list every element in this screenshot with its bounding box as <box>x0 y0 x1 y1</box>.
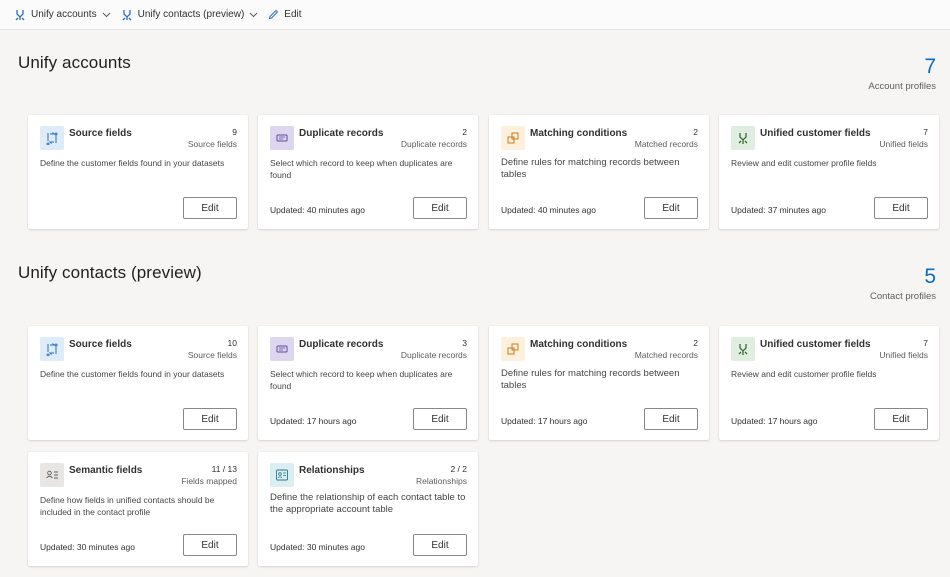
edit-button[interactable]: Edit <box>183 197 237 219</box>
unified-fields-icon <box>731 126 755 150</box>
card-unit: Source fields <box>187 350 237 360</box>
card-title: Source fields <box>69 128 132 139</box>
card-unit: Matched records <box>634 139 698 149</box>
card-count: 2 <box>693 127 698 137</box>
contact-profiles-count: 5 <box>924 265 936 288</box>
card-updated: Updated: 40 minutes ago <box>501 205 596 215</box>
contact-profiles-metric: 5 Contact profiles <box>870 265 936 302</box>
card-title: Semantic fields <box>69 465 143 476</box>
card-updated: Updated: 17 hours ago <box>270 416 357 426</box>
account-profiles-metric: 7 Account profiles <box>868 55 936 92</box>
card-description: Define the customer fields found in your… <box>40 369 225 379</box>
card-unit: Duplicate records <box>400 350 467 360</box>
card-count: 2 <box>693 338 698 348</box>
card-description: Define the relationship of each contact … <box>270 492 466 515</box>
contacts-matching-conditions-card: Matching conditions 2 Matched records De… <box>489 326 709 440</box>
card-count: 10 <box>227 338 237 348</box>
card-updated: Updated: 30 minutes ago <box>270 542 365 552</box>
card-title: Duplicate records <box>299 339 384 350</box>
duplicate-records-icon <box>270 337 294 361</box>
unify-contacts-label: Unify contacts (preview) <box>137 9 245 20</box>
card-updated: Updated: 17 hours ago <box>731 416 818 426</box>
card-unit: Unified fields <box>879 350 928 360</box>
card-updated: Updated: 30 minutes ago <box>40 542 135 552</box>
accounts-section-title: Unify accounts <box>18 53 131 72</box>
card-unit: Unified fields <box>879 139 928 149</box>
pencil-icon <box>269 9 279 20</box>
card-count: 7 <box>923 127 928 137</box>
edit-command[interactable]: Edit <box>268 9 302 20</box>
chevron-down-icon <box>249 12 258 17</box>
card-description: Define rules for matching records betwee… <box>501 368 680 391</box>
edit-button[interactable]: Edit <box>644 408 698 430</box>
card-description: Select which record to keep when duplica… <box>270 369 453 391</box>
card-description: Define how fields in unified contacts sh… <box>40 495 215 517</box>
unify-accounts-menu[interactable]: Unify accounts <box>14 9 111 21</box>
card-title: Duplicate records <box>299 128 384 139</box>
relationships-icon <box>270 463 294 487</box>
contacts-relationships-card: Relationships 2 / 2 Relationships Define… <box>258 452 478 566</box>
card-count: 3 <box>462 338 467 348</box>
card-title: Matching conditions <box>530 128 628 139</box>
card-description: Define rules for matching records betwee… <box>501 157 680 180</box>
edit-button[interactable]: Edit <box>874 197 928 219</box>
edit-button[interactable]: Edit <box>644 197 698 219</box>
card-updated: Updated: 17 hours ago <box>501 416 588 426</box>
account-profiles-label: Account profiles <box>868 81 936 92</box>
card-title: Source fields <box>69 339 132 350</box>
unify-accounts-label: Unify accounts <box>31 9 97 20</box>
matching-conditions-icon <box>501 337 525 361</box>
accounts-matching-conditions-card: Matching conditions 2 Matched records De… <box>489 115 709 229</box>
account-profiles-count: 7 <box>924 55 936 78</box>
card-unit: Source fields <box>187 139 237 149</box>
card-title: Relationships <box>299 465 365 476</box>
edit-label: Edit <box>284 9 302 20</box>
card-count: 11 / 13 <box>211 464 237 474</box>
contacts-semantic-fields-card: Semantic fields 11 / 13 Fields mapped De… <box>28 452 248 566</box>
duplicate-records-icon <box>270 126 294 150</box>
unify-icon <box>15 9 25 20</box>
edit-button[interactable]: Edit <box>183 408 237 430</box>
contacts-unified-fields-card: Unified customer fields 7 Unified fields… <box>719 326 939 440</box>
source-fields-icon <box>40 337 64 361</box>
source-fields-icon <box>40 126 64 150</box>
card-title: Unified customer fields <box>760 128 871 139</box>
card-count: 9 <box>232 127 237 137</box>
card-unit: Matched records <box>634 350 698 360</box>
edit-button[interactable]: Edit <box>874 408 928 430</box>
edit-button[interactable]: Edit <box>413 534 467 556</box>
card-count: 7 <box>923 338 928 348</box>
accounts-source-fields-card: Source fields 9 Source fields Define the… <box>28 115 248 229</box>
card-updated: Updated: 37 minutes ago <box>731 205 826 215</box>
card-unit: Fields mapped <box>181 476 237 486</box>
contacts-duplicate-records-card: Duplicate records 3 Duplicate records Se… <box>258 326 478 440</box>
card-count: 2 / 2 <box>450 464 467 474</box>
edit-button[interactable]: Edit <box>413 408 467 430</box>
unify-contacts-menu[interactable]: Unify contacts (preview) <box>121 9 259 21</box>
contact-profiles-label: Contact profiles <box>869 291 936 302</box>
card-title: Matching conditions <box>530 339 628 350</box>
card-updated: Updated: 40 minutes ago <box>270 205 365 215</box>
card-title: Unified customer fields <box>760 339 871 350</box>
card-count: 2 <box>462 127 467 137</box>
edit-button[interactable]: Edit <box>413 197 467 219</box>
unified-fields-icon <box>731 337 755 361</box>
command-bar: Unify accounts Unify contacts (preview) … <box>0 0 950 30</box>
card-description: Review and edit customer profile fields <box>731 158 877 168</box>
card-unit: Duplicate records <box>400 139 467 149</box>
unify-icon <box>122 9 132 20</box>
contacts-section-title: Unify contacts (preview) <box>18 263 202 282</box>
semantic-fields-icon <box>40 463 64 487</box>
matching-conditions-icon <box>501 126 525 150</box>
accounts-duplicate-records-card: Duplicate records 2 Duplicate records Se… <box>258 115 478 229</box>
card-description: Select which record to keep when duplica… <box>270 158 453 180</box>
edit-button[interactable]: Edit <box>183 534 237 556</box>
card-unit: Relationships <box>415 476 467 486</box>
chevron-down-icon <box>102 12 110 17</box>
card-description: Review and edit customer profile fields <box>731 369 877 379</box>
accounts-unified-fields-card: Unified customer fields 7 Unified fields… <box>719 115 939 229</box>
card-description: Define the customer fields found in your… <box>40 158 225 168</box>
contacts-source-fields-card: Source fields 10 Source fields Define th… <box>28 326 248 440</box>
